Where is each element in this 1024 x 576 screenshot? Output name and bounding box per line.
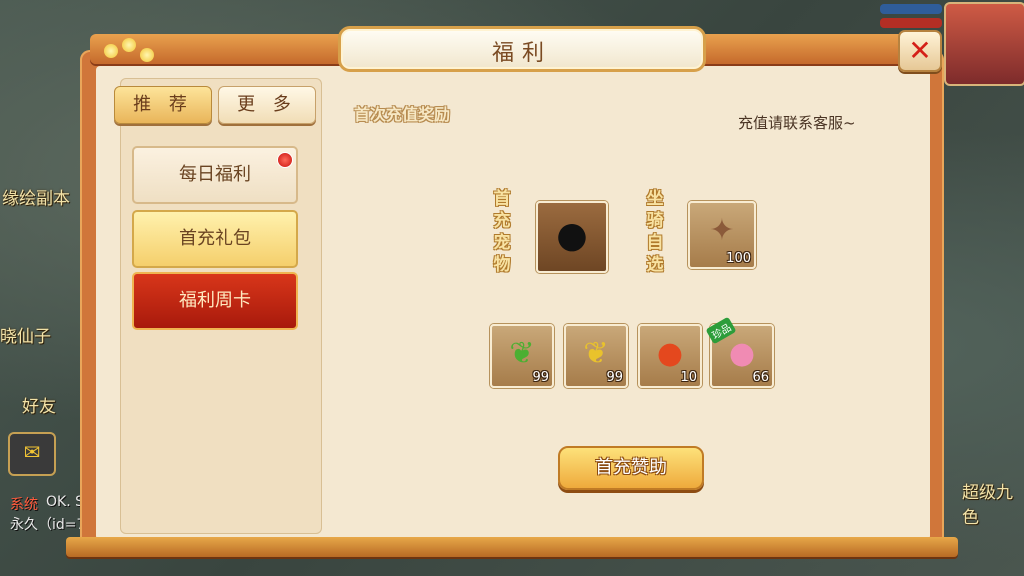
hp-bar-red [880,18,942,28]
close-button[interactable]: ✕ [898,30,942,72]
hp-bar-blue [880,4,942,14]
chat-line-1: OK. S [46,494,84,510]
item-count: 66 [752,370,769,385]
dialog-bottom-bar [66,537,958,557]
bg-label-right: 超级九色 [962,483,1013,528]
first-recharge-button[interactable]: 首充赞助 [558,446,704,490]
reward-item-green-leaf[interactable]: ❦ 99 [490,324,554,388]
item-count: 99 [606,370,623,385]
close-icon: ✕ [908,34,932,67]
yellow-leaf-icon: ❦ [583,336,609,371]
chat-button[interactable]: ✉ [8,432,56,476]
reward-item-lucky-bag[interactable]: ● 10 [638,324,702,388]
tab-recommend[interactable]: 推 荐 [114,86,212,124]
bg-label-npc: 晓仙子 [0,327,51,347]
plum-blossom-icon [104,44,118,58]
tab-more[interactable]: 更 多 [218,86,316,124]
chat-bubble-icon: ✉ [23,440,41,464]
mount-ticket-icon: ✦ [709,213,735,248]
item-count: 99 [532,370,549,385]
chat-line-2: 永久（id=7 [10,517,86,533]
reward-item-pet-egg[interactable]: ● 珍品 66 [705,316,774,388]
dialog-title: 福利 [491,41,552,66]
mount-reward-item[interactable]: ✦ 100 [688,201,756,269]
lucky-bag-icon: ● [656,336,684,371]
notification-dot [277,152,293,168]
menu-weekly-card[interactable]: 福利周卡 [132,272,298,330]
green-leaf-icon: ❦ [509,336,535,371]
contact-service-text: 充值请联系客服~ [738,114,856,132]
bg-label-dungeon: 缘绘副本 [2,189,70,209]
plum-blossom-icon [122,38,136,52]
item-count: 100 [726,251,751,266]
item-count: 10 [680,370,697,385]
pet-vertical-label: 首充宠物 [493,189,511,275]
bg-label-friends[interactable]: 好友 [22,392,56,417]
title-plate: 福利 [338,26,706,72]
menu-daily-welfare[interactable]: 每日福利 [132,146,298,204]
pet-reward-item[interactable]: ● [536,201,608,273]
reward-item-yellow-leaf[interactable]: ❦ 99 [564,324,628,388]
player-avatar[interactable] [944,2,1024,86]
chat-tag: 系统 [10,497,38,513]
section-title: 首次充值奖励 [354,105,451,124]
menu-first-recharge-pack[interactable]: 首充礼包 [132,210,298,268]
mount-vertical-label: 坐骑自选 [646,189,664,275]
black-cat-pet-icon: ● [556,215,588,256]
pink-pet-egg-icon: ● [728,336,756,371]
plum-blossom-icon [140,48,154,62]
